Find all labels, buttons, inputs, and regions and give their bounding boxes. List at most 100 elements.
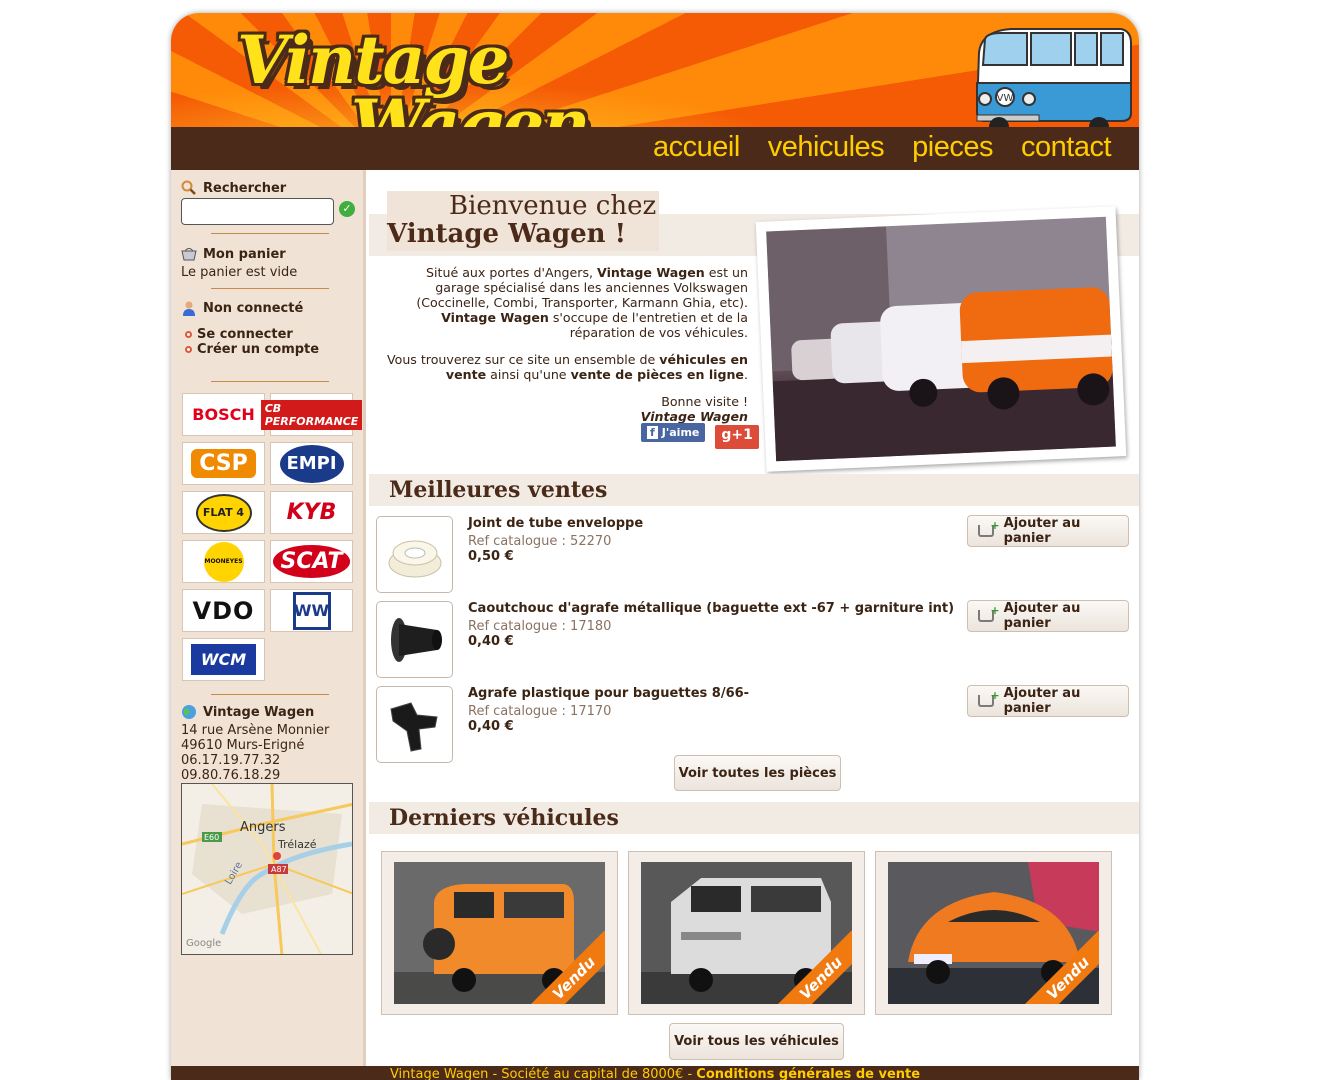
search-submit-icon[interactable]: ✓	[339, 201, 355, 217]
phone2: 09.80.76.18.29	[181, 768, 281, 783]
hero-vans-illustration	[766, 216, 1116, 462]
welcome-title: Bienvenue chez Vintage Wagen !	[387, 191, 659, 251]
add-to-cart-button[interactable]: Ajouter au panier	[967, 515, 1129, 547]
user-links: Se connecter Créer un compte	[185, 327, 319, 357]
cart-icon	[181, 248, 197, 261]
globe-icon	[182, 705, 196, 719]
vehicle-card[interactable]: Vendu	[875, 851, 1112, 1015]
brand-wcm-text: WCM	[190, 644, 257, 675]
all-vehicles-button[interactable]: Voir tous les véhicules	[669, 1023, 844, 1060]
user-title-text: Non connecté	[203, 300, 304, 316]
map-graphic	[182, 784, 352, 954]
add-cart-icon	[978, 519, 999, 537]
vehicle-card[interactable]: Vendu	[628, 851, 865, 1015]
all-parts-button[interactable]: Voir toutes les pièces	[674, 755, 841, 791]
main-content: Bienvenue chez Vintage Wagen ! Situé aux…	[369, 170, 1139, 1066]
rubber-grommet-image	[391, 618, 442, 662]
brand-empi-text: EMPI	[279, 444, 344, 483]
map-road-e60: E60	[204, 833, 220, 842]
brand-empi-logo[interactable]: EMPI	[270, 442, 353, 485]
text-strong: vente de pièces en ligne	[570, 367, 744, 382]
add-cart-icon	[978, 689, 999, 707]
text: s'occupe de l'entretien et de la réparat…	[548, 310, 748, 340]
intro-signature: Vintage Wagen	[640, 409, 748, 424]
seal-ring-image	[388, 540, 442, 578]
brand-flat4-logo[interactable]: FLAT 4	[182, 491, 265, 534]
bestsellers-title: Meilleures ventes	[389, 477, 608, 503]
intro-greeting: Bonne visite !	[661, 394, 748, 409]
search-icon	[181, 180, 196, 195]
contact-title-text: Vintage Wagen	[203, 704, 315, 720]
product-item: Agrafe plastique pour baguettes 8/66- Re…	[376, 685, 1132, 763]
brand-csp-logo[interactable]: CSP	[182, 442, 265, 485]
social-buttons: f J'aime g+1	[641, 423, 759, 449]
user-icon	[183, 301, 195, 316]
product-ref: Ref catalogue : 17170	[468, 704, 611, 719]
brand-flat4-text: FLAT 4	[195, 493, 252, 532]
map-credit: Google	[186, 938, 222, 949]
product-thumbnail[interactable]	[376, 686, 453, 763]
footer-text: Vintage Wagen - Société au capital de 80…	[389, 1067, 697, 1080]
product-name[interactable]: Caoutchouc d'agrafe métallique (baguette…	[468, 601, 954, 616]
search-input[interactable]	[181, 198, 334, 225]
add-to-cart-label: Ajouter au panier	[1003, 686, 1081, 716]
login-label: Se connecter	[197, 327, 293, 342]
vehicle-card[interactable]: Vendu	[381, 851, 618, 1015]
address-line1: 14 rue Arsène Monnier	[181, 723, 330, 738]
map-road-a87: A87	[271, 865, 287, 874]
phone1: 06.17.19.77.32	[181, 753, 281, 768]
ref-value: 52270	[570, 534, 612, 549]
add-to-cart-button[interactable]: Ajouter au panier	[967, 600, 1129, 632]
brand-bosch-logo[interactable]: BOSCH	[182, 393, 265, 436]
text-strong: Vintage Wagen	[597, 265, 705, 280]
text: ainsi qu'une	[486, 367, 571, 382]
product-item: Caoutchouc d'agrafe métallique (baguette…	[376, 600, 1132, 678]
location-map[interactable]: Angers Trélazé E60 A87 Loire Google	[181, 783, 353, 955]
brand-mooneyes-logo[interactable]: MOONEYES	[182, 540, 265, 583]
contact-info: 14 rue Arsène Monnier 49610 Murs-Erigné …	[181, 723, 329, 783]
main-nav: accueil vehicules pieces contact	[653, 131, 1112, 164]
product-thumbnail[interactable]	[376, 601, 453, 678]
brand-vdo-logo[interactable]: VDO	[182, 589, 265, 632]
plastic-clip-image	[390, 702, 438, 752]
add-to-cart-label: Ajouter au panier	[1003, 516, 1081, 546]
nav-vehicules[interactable]: vehicules	[768, 131, 885, 164]
brand-wcm-logo[interactable]: WCM	[182, 638, 265, 681]
product-name[interactable]: Joint de tube enveloppe	[468, 516, 643, 531]
product-price: 0,40 €	[468, 634, 514, 649]
facebook-like-button[interactable]: f J'aime	[641, 423, 706, 442]
search-title: Rechercher	[181, 180, 286, 196]
vehicles-title: Derniers véhicules	[389, 805, 619, 831]
text: Situé aux portes d'Angers,	[426, 265, 598, 280]
ref-label: Ref catalogue :	[468, 534, 571, 549]
terms-link[interactable]: Conditions générales de vente	[696, 1067, 920, 1080]
divider	[211, 233, 329, 234]
address-line2: 49610 Murs-Erigné	[181, 738, 305, 753]
product-name[interactable]: Agrafe plastique pour baguettes 8/66-	[468, 686, 749, 701]
intro-paragraph2: Vous trouverez sur ce site un ensemble d…	[384, 352, 748, 382]
add-to-cart-button[interactable]: Ajouter au panier	[967, 685, 1129, 717]
bullet-icon	[185, 331, 192, 338]
brand-cb-performance-logo[interactable]: CB PERFORMANCE	[260, 393, 363, 436]
intro-text: Situé aux portes d'Angers, Vintage Wagen…	[384, 265, 748, 424]
divider	[211, 381, 329, 382]
bullet-icon	[185, 346, 192, 353]
nav-pieces[interactable]: pieces	[912, 131, 993, 164]
nav-accueil[interactable]: accueil	[653, 131, 740, 164]
login-link[interactable]: Se connecter	[185, 327, 319, 342]
product-ref: Ref catalogue : 17180	[468, 619, 611, 634]
register-link[interactable]: Créer un compte	[185, 342, 319, 357]
nav-contact[interactable]: contact	[1021, 131, 1112, 164]
brand-scat-logo[interactable]: SCAT	[270, 540, 353, 583]
text-strong: Vintage Wagen	[441, 310, 549, 325]
brand-kyb-logo[interactable]: KYB	[270, 491, 353, 534]
product-ref: Ref catalogue : 52270	[468, 534, 611, 549]
brand-ww-logo[interactable]: WW	[270, 589, 353, 632]
footer: Vintage Wagen - Société au capital de 80…	[171, 1066, 1139, 1080]
product-thumbnail[interactable]	[376, 516, 453, 593]
google-plus-button[interactable]: g+1	[715, 425, 759, 449]
product-price: 0,50 €	[468, 549, 514, 564]
map-city-trelaze: Trélazé	[278, 838, 317, 851]
welcome-line1: Bienvenue chez	[449, 191, 657, 221]
ref-label: Ref catalogue :	[468, 619, 571, 634]
